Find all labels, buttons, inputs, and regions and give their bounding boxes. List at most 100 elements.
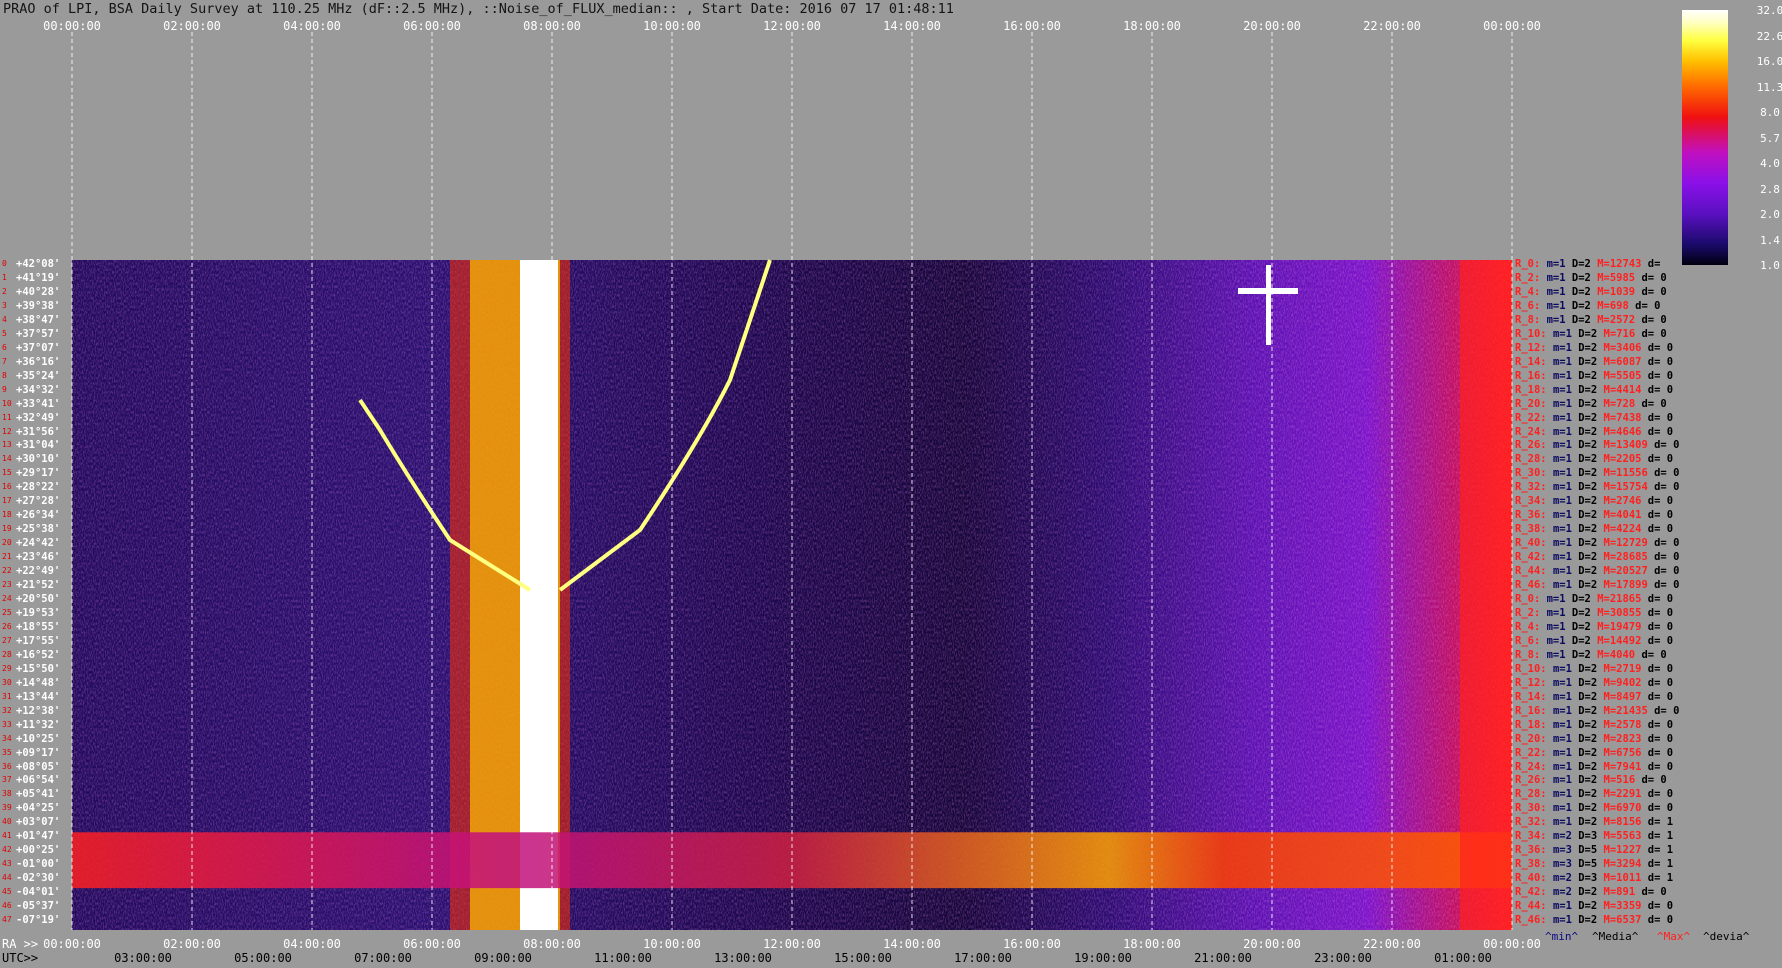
row-stat-M: M=9402 <box>1603 676 1648 689</box>
row-stat-D: D=2 <box>1578 383 1604 396</box>
row-stat: R_4: m=1 D=2 M=19479 d= 0 <box>1515 621 1673 633</box>
declination-label: +35°24' <box>16 369 61 382</box>
row-stat-D: D=2 <box>1578 565 1604 578</box>
legend-item: ^min^ <box>1545 930 1579 943</box>
row-stat: R_26: m=1 D=2 M=516 d= 0 <box>1515 774 1667 786</box>
declination-label: +06°54' <box>16 774 61 787</box>
row-stat-r: R_28: <box>1515 788 1553 801</box>
row-number: 25 <box>2 607 12 617</box>
row-stat: R_28: m=1 D=2 M=2291 d= 0 <box>1515 788 1673 800</box>
declination-label: +27°28' <box>16 495 61 508</box>
utc-tick-label: 17:00:00 <box>954 951 1012 965</box>
row-stat-d: d= 0 <box>1647 606 1674 619</box>
row-stat-m: m=1 <box>1552 746 1579 759</box>
ra-bottom-tick-label: 10:00:00 <box>643 937 701 951</box>
row-stat-M: M=1227 <box>1603 844 1648 857</box>
declination-label: +29°17' <box>16 467 61 480</box>
declination-label: +09°17' <box>16 746 61 759</box>
row-stat-r: R_4: <box>1515 620 1547 633</box>
row-stat-M: M=7941 <box>1603 760 1648 773</box>
row-stat-m: m=1 <box>1552 732 1579 745</box>
row-stat-r: R_26: <box>1515 774 1553 787</box>
row-stat-d: d= 1 <box>1647 872 1674 885</box>
row-stat-M: M=728 <box>1603 397 1642 410</box>
row-stat-M: M=6756 <box>1603 746 1648 759</box>
row-stat: R_36: m=1 D=2 M=4041 d= 0 <box>1515 509 1673 521</box>
row-stat-r: R_26: <box>1515 439 1553 452</box>
utc-axis-label: UTC>> <box>2 951 39 965</box>
row-stat-d: d= 0 <box>1654 537 1680 550</box>
row-stat-m: m=1 <box>1546 634 1572 647</box>
row-stat: R_12: m=1 D=2 M=9402 d= 0 <box>1515 677 1673 689</box>
row-stat-d: d= 0 <box>1654 565 1680 578</box>
row-number: 46 <box>2 901 12 911</box>
row-stat-r: R_36: <box>1515 844 1553 857</box>
row-stat-D: D=2 <box>1578 425 1604 438</box>
row-stat: R_14: m=1 D=2 M=8497 d= 0 <box>1515 691 1673 703</box>
ra-bottom-tick-label: 08:00:00 <box>523 937 581 951</box>
row-stat-M: M=4646 <box>1603 425 1648 438</box>
row-number: 12 <box>2 426 12 436</box>
row-stat-M: M=17899 <box>1603 579 1655 592</box>
row-stat-r: R_14: <box>1515 355 1553 368</box>
declination-label: +31°56' <box>16 425 61 438</box>
row-number: 40 <box>2 817 12 827</box>
row-stat-r: R_42: <box>1515 551 1553 564</box>
row-stat: R_20: m=1 D=2 M=728 d= 0 <box>1515 398 1667 410</box>
row-stat-M: M=6537 <box>1603 914 1648 927</box>
row-stat: R_6: m=1 D=2 M=14492 d= 0 <box>1515 635 1673 647</box>
row-number: 30 <box>2 677 12 687</box>
row-number: 33 <box>2 719 12 729</box>
declination-label: +19°53' <box>16 606 61 619</box>
row-stat: R_14: m=1 D=2 M=6087 d= 0 <box>1515 356 1673 368</box>
ra-bottom-tick-label: 12:00:00 <box>763 937 821 951</box>
row-stat-D: D=2 <box>1571 313 1598 326</box>
row-stat-r: R_46: <box>1515 914 1553 927</box>
row-stat-d: d= 0 <box>1647 369 1674 382</box>
row-stat: R_32: m=1 D=2 M=8156 d= 1 <box>1515 816 1673 828</box>
row-stat-d: d= <box>1647 258 1661 270</box>
row-stat-d: d= 0 <box>1641 886 1667 899</box>
row-stat-D: D=2 <box>1578 509 1604 522</box>
row-stat: R_34: m=2 D=3 M=5563 d= 1 <box>1515 830 1673 842</box>
row-number: 16 <box>2 482 12 492</box>
row-stat-r: R_32: <box>1515 481 1553 494</box>
row-number: 5 <box>2 328 7 338</box>
row-stat-m: m=2 <box>1552 830 1579 843</box>
row-stat-M: M=13409 <box>1603 439 1655 452</box>
row-stat-D: D=2 <box>1578 662 1604 675</box>
row-stat-M: M=891 <box>1603 886 1642 899</box>
row-stat: R_8: m=1 D=2 M=4040 d= 0 <box>1515 649 1667 661</box>
declination-label: -02°30' <box>16 872 61 885</box>
row-number: 2 <box>2 286 7 296</box>
row-stat-d: d= 0 <box>1647 495 1674 508</box>
row-number: 39 <box>2 803 12 813</box>
row-stat-D: D=2 <box>1578 355 1604 368</box>
row-stat-m: m=1 <box>1552 341 1579 354</box>
row-stat-m: m=1 <box>1552 327 1579 340</box>
colorbar-tick-label: 4.0 <box>1760 157 1780 170</box>
row-stat-M: M=3294 <box>1603 858 1648 871</box>
row-stat-M: M=5985 <box>1597 271 1642 284</box>
row-stat-m: m=1 <box>1552 690 1579 703</box>
ra-bottom-tick-label: 04:00:00 <box>283 937 341 951</box>
declination-label: +20°50' <box>16 593 61 605</box>
row-number: 11 <box>2 412 12 422</box>
row-stat-m: m=1 <box>1552 816 1579 829</box>
row-stat-d: d= 0 <box>1641 271 1667 284</box>
declination-label: +36°16' <box>16 355 61 368</box>
row-stat-r: R_2: <box>1515 606 1547 619</box>
row-stat-d: d= 1 <box>1647 816 1674 829</box>
row-number: 0 <box>2 259 7 268</box>
row-stat-m: m=1 <box>1552 411 1579 424</box>
row-stat-d: d= 1 <box>1647 830 1674 843</box>
row-stat-M: M=516 <box>1603 774 1642 787</box>
declination-label: +33°41' <box>16 397 61 410</box>
row-stat-D: D=2 <box>1578 467 1604 480</box>
row-stat-m: m=1 <box>1552 565 1579 578</box>
row-stat-m: m=1 <box>1552 900 1579 913</box>
row-stat-r: R_42: <box>1515 886 1553 899</box>
row-stat: R_4: m=1 D=2 M=1039 d= 0 <box>1515 286 1667 298</box>
row-number: 8 <box>2 370 7 380</box>
row-stat: R_2: m=1 D=2 M=30855 d= 0 <box>1515 607 1673 619</box>
